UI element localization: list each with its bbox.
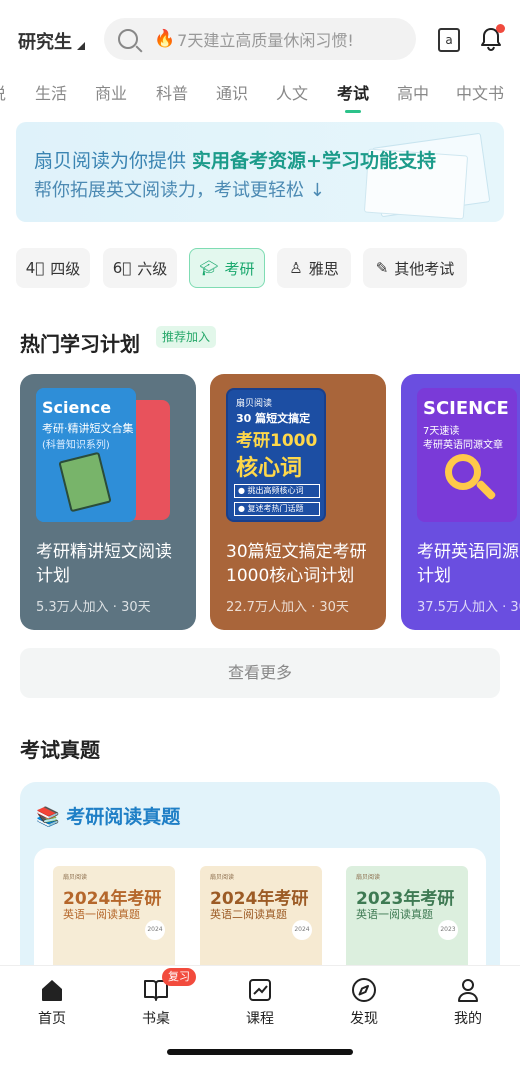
cover-brand: 扇贝阅读 [236, 399, 273, 409]
paper-year-badge: 2024 [145, 920, 165, 940]
nav-item-courses[interactable]: 课程 [225, 976, 295, 1028]
nav-item-profile[interactable]: 我的 [433, 976, 503, 1028]
paper-subtitle: 英语二阅读真题 [210, 908, 287, 921]
chip-kaoyan[interactable]: 🎓︎ 考研 [189, 248, 265, 288]
plan-meta: 37.5万人加入 · 30天 [417, 600, 520, 615]
cover-subtitle: 7天速读 [423, 426, 460, 437]
search-icon [118, 29, 138, 49]
plan-meta: 5.3万人加入 · 30天 [36, 600, 151, 615]
caret-down-icon [77, 42, 85, 50]
chip-other-exams[interactable]: ✎ 其他考试 [363, 248, 467, 288]
plan-meta: 22.7万人加入 · 30天 [226, 600, 349, 615]
review-badge: 复习 [162, 968, 196, 986]
cover-subtitle-2: (科普知识系列) [42, 440, 110, 451]
chip-cet6[interactable]: 6⃞ 六级 [103, 248, 177, 288]
plans-section-title: 热门学习计划 [20, 332, 140, 356]
banner-line-2: 帮你拓展英文阅读力，考试更轻松 ↓ [34, 180, 325, 201]
paper-header: 扇贝阅读 [210, 874, 235, 881]
user-icon [458, 979, 478, 1002]
exam-box-title[interactable]: 📚 考研阅读真题 [36, 802, 180, 829]
paper-header: 扇贝阅读 [356, 874, 381, 881]
tab-general[interactable]: 通识 [216, 80, 248, 104]
book-illustration [58, 451, 112, 513]
level-label: 研究生 [18, 32, 72, 53]
chip-label: 四级 [50, 259, 81, 278]
home-indicator[interactable] [167, 1049, 353, 1055]
top-bar: 研究生 🔥 7天建立高质量休闲习惯! a [0, 14, 520, 64]
exam-banner[interactable]: 扇贝阅读为你提供 实用备考资源+学习功能支持 帮你拓展英文阅读力，考试更轻松 ↓ [16, 122, 504, 222]
paper-header: 扇贝阅读 [63, 874, 88, 881]
paper-subtitle: 英语一阅读真题 [356, 908, 433, 921]
nav-item-discover[interactable]: 发现 [329, 976, 399, 1028]
nav-item-home[interactable]: 首页 [17, 976, 87, 1028]
cet6-icon: 6⃞ [112, 259, 132, 277]
notification-bell-icon[interactable] [480, 24, 505, 52]
app-screen: 研究生 🔥 7天建立高质量休闲习惯! a 说 生活 商业 科普 通识 人文 考试… [0, 0, 520, 1065]
plan-cover: SCIENCE 7天速读 考研英语同源文章 [417, 388, 517, 522]
nav-label: 首页 [38, 1011, 66, 1027]
dictionary-icon[interactable]: a [438, 28, 460, 52]
cover-title-2: 核心词 [236, 456, 303, 481]
plan-title: 考研英语同源阅读计划 [417, 542, 520, 586]
category-tabs: 说 生活 商业 科普 通识 人文 考试 高中 中文书 [0, 80, 520, 113]
tab-science[interactable]: 科普 [156, 80, 188, 104]
level-selector[interactable]: 研究生 [18, 28, 85, 54]
magnifier-handle [475, 479, 497, 501]
chip-label: 雅思 [308, 259, 339, 278]
plan-cover: 扇贝阅读 30 篇短文搞定 考研1000 核心词 ● 挑出高频核心词 ● 复述考… [226, 388, 326, 522]
search-bar[interactable]: 🔥 7天建立高质量休闲习惯! [104, 18, 416, 60]
plan-title: 考研精讲短文阅读计划 [36, 542, 172, 586]
stacked-cover-decoration [128, 400, 170, 520]
notification-dot [496, 24, 505, 33]
cover-subtitle-2: 考研英语同源文章 [423, 440, 503, 451]
paper-subtitle: 英语一阅读真题 [63, 908, 140, 921]
banner-line-1: 扇贝阅读为你提供 实用备考资源+学习功能支持 [34, 150, 436, 172]
chart-icon [249, 979, 271, 1001]
chip-label: 六级 [137, 259, 168, 278]
chip-label: 考研 [224, 259, 255, 278]
tab-business[interactable]: 商业 [95, 80, 127, 104]
plan-card[interactable]: SCIENCE 7天速读 考研英语同源文章 考研英语同源阅读计划 37.5万人加… [401, 374, 520, 630]
chip-label: 其他考试 [394, 259, 455, 278]
plan-title: 30篇短文搞定考研1000核心词计划 [226, 542, 367, 586]
cover-subtitle: 30 篇短文搞定 [236, 412, 311, 425]
tab-highschool[interactable]: 高中 [397, 80, 429, 104]
nav-label: 发现 [350, 1011, 378, 1027]
ielts-icon: ♙ [289, 259, 303, 277]
graduation-cap-icon: 🎓︎ [199, 259, 219, 277]
search-placeholder: 7天建立高质量休闲习惯! [177, 31, 354, 50]
cover-title: Science [42, 398, 112, 417]
tab-life[interactable]: 生活 [35, 80, 67, 104]
exam-section-title: 考试真题 [20, 738, 100, 762]
chip-cet4[interactable]: 4⃞ 四级 [16, 248, 90, 288]
compass-icon [352, 978, 376, 1002]
cover-title: 考研1000 [236, 431, 318, 451]
fire-icon: 🔥 [154, 29, 176, 49]
recommend-badge: 推荐加入 [156, 326, 217, 348]
other-exam-icon: ✎ [375, 259, 389, 277]
tab-chinese-books[interactable]: 中文书 [456, 80, 504, 104]
cet4-icon: 4⃞ [25, 259, 45, 277]
plan-card[interactable]: 扇贝阅读 30 篇短文搞定 考研1000 核心词 ● 挑出高频核心词 ● 复述考… [210, 374, 386, 630]
home-icon [42, 980, 62, 1001]
tab-exam[interactable]: 考试 [337, 80, 369, 113]
cover-bullet: ● 挑出高频核心词 [234, 484, 320, 498]
tab-partial[interactable]: 说 [0, 80, 6, 104]
cover-bullet: ● 复述考热门话题 [234, 502, 320, 516]
cover-title: SCIENCE [423, 398, 509, 419]
chip-ielts[interactable]: ♙ 雅思 [277, 248, 351, 288]
nav-label: 书桌 [142, 1011, 170, 1027]
paper-year-badge: 2024 [292, 920, 312, 940]
nav-label: 我的 [454, 1011, 482, 1027]
tab-humanities[interactable]: 人文 [276, 80, 308, 104]
view-more-button[interactable]: 查看更多 [20, 648, 500, 698]
paper-year-badge: 2023 [438, 920, 458, 940]
nav-label: 课程 [246, 1011, 274, 1027]
